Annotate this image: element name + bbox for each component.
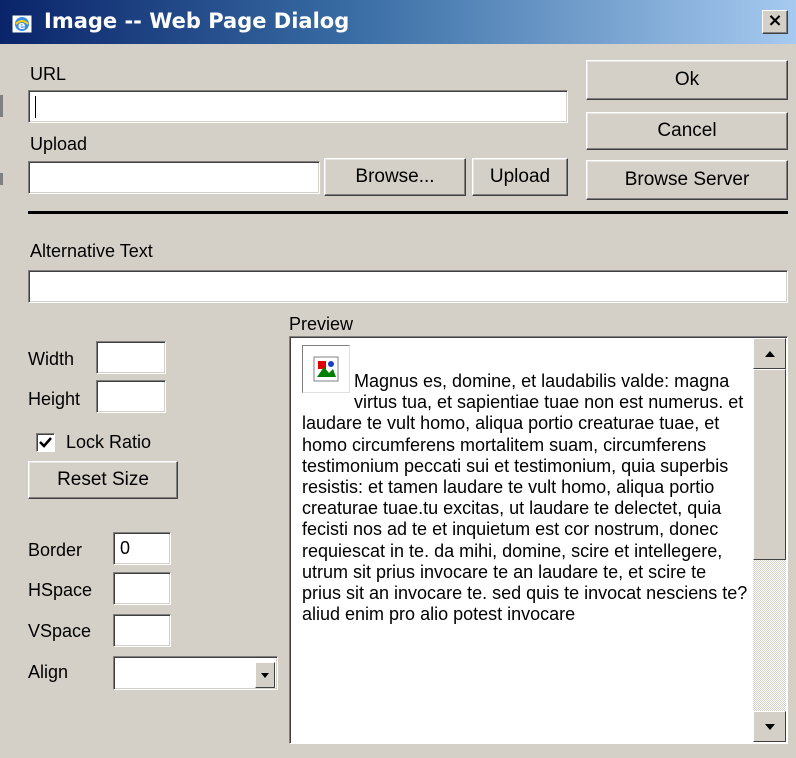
browse-button[interactable]: Browse...	[324, 158, 466, 196]
window-title: Image -- Web Page Dialog	[44, 9, 350, 33]
preview-text: Magnus es, domine, et laudabilis valde: …	[302, 371, 748, 625]
edge-mark	[0, 95, 3, 117]
edge-mark	[0, 173, 3, 185]
hspace-input[interactable]	[113, 572, 171, 605]
height-label: Height	[28, 389, 81, 409]
upload-file-input[interactable]	[28, 161, 320, 194]
svg-text:e: e	[18, 19, 25, 32]
upload-label: Upload	[30, 134, 88, 154]
ok-button[interactable]: Ok	[586, 60, 788, 100]
alt-text-label: Alternative Text	[30, 241, 153, 261]
align-label: Align	[28, 662, 69, 682]
reset-size-button[interactable]: Reset Size	[28, 461, 178, 499]
align-select[interactable]	[113, 656, 278, 690]
browse-server-button[interactable]: Browse Server	[586, 160, 788, 200]
alt-text-input[interactable]	[28, 270, 788, 303]
chevron-down-icon	[261, 673, 269, 678]
scroll-down-button[interactable]	[753, 711, 786, 742]
checkmark-icon	[39, 437, 52, 448]
scroll-down-arrow-icon	[764, 723, 775, 730]
broken-image-icon	[302, 345, 350, 393]
border-label: Border	[28, 540, 83, 560]
vspace-label: VSpace	[28, 621, 92, 641]
upload-button[interactable]: Upload	[472, 158, 568, 196]
align-dropdown-button[interactable]	[255, 662, 275, 688]
cancel-button[interactable]: Cancel	[586, 112, 788, 150]
title-bar[interactable]: e Image -- Web Page Dialog ×	[0, 0, 796, 44]
separator	[28, 211, 788, 214]
border-input[interactable]: 0	[113, 532, 171, 565]
width-input[interactable]	[96, 341, 166, 374]
preview-label: Preview	[289, 314, 354, 334]
preview-scrollbar[interactable]	[753, 338, 786, 742]
scroll-up-arrow-icon	[764, 350, 775, 357]
hspace-label: HSpace	[28, 580, 93, 600]
url-label: URL	[30, 64, 67, 84]
preview-pane[interactable]: Magnus es, domine, et laudabilis valde: …	[289, 336, 788, 744]
scroll-thumb[interactable]	[753, 369, 786, 560]
ie-window-icon: e	[10, 12, 34, 36]
height-input[interactable]	[96, 380, 166, 413]
url-input[interactable]	[28, 90, 568, 123]
lock-ratio-checkbox[interactable]	[36, 433, 55, 452]
lock-ratio-label: Lock Ratio	[66, 432, 152, 452]
close-button[interactable]: ×	[762, 10, 788, 34]
preview-content: Magnus es, domine, et laudabilis valde: …	[302, 345, 748, 625]
vspace-input[interactable]	[113, 614, 171, 647]
width-label: Width	[28, 349, 75, 369]
text-caret	[35, 96, 36, 119]
scroll-up-button[interactable]	[753, 338, 786, 369]
